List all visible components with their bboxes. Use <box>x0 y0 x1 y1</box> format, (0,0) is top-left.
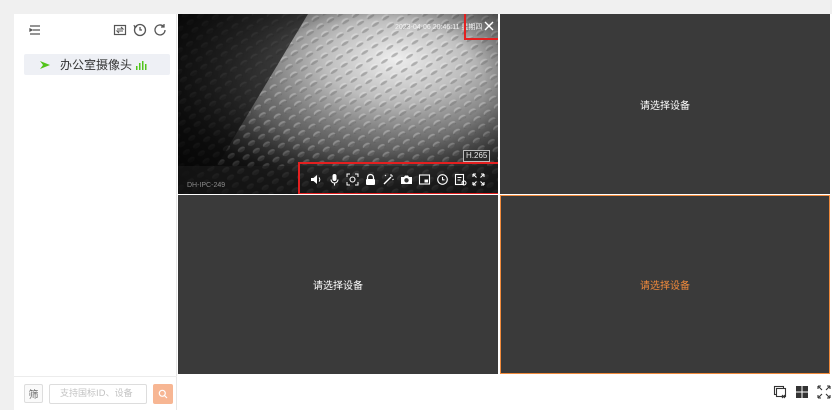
history-icon[interactable] <box>132 22 148 38</box>
collapse-menu-icon[interactable] <box>27 22 43 38</box>
sidebar-toolbar <box>14 20 177 44</box>
filter-button[interactable]: 筛 <box>24 384 43 403</box>
highlight-box-toolbar <box>298 162 498 194</box>
grid-bottom-bar <box>178 374 831 410</box>
video-pane-2[interactable]: 请选择设备 <box>500 14 830 194</box>
search-icon <box>158 389 168 399</box>
video-grid: 2023-04-06 20:46:11 星期四 H.265 DH-IPC-249 <box>178 14 830 374</box>
empty-pane-prompt: 请选择设备 <box>313 281 363 292</box>
codec-badge: H.265 <box>463 150 491 162</box>
highlight-box-close <box>464 14 498 40</box>
search-button[interactable] <box>153 384 173 404</box>
device-name: 办公室摄像头 <box>60 58 133 72</box>
fullscreen-icon[interactable] <box>817 385 831 399</box>
sidebar-search-bar: 筛 <box>14 376 177 410</box>
video-pane-4-selected[interactable]: 请选择设备 <box>500 195 830 374</box>
layout-grid-icon[interactable] <box>795 385 809 399</box>
empty-pane-prompt: 请选择设备 <box>640 100 690 112</box>
device-sidebar: 办公室摄像头 筛 <box>14 14 177 410</box>
app-window: 办公室摄像头 筛 支持国标ID、设备 2023-04-06 20:46:11 星… <box>14 14 832 410</box>
video-pane-3[interactable]: 请选择设备 <box>178 195 498 374</box>
close-all-windows-icon[interactable] <box>773 385 787 399</box>
switch-view-icon[interactable] <box>112 22 128 38</box>
signal-bars-icon <box>136 60 147 70</box>
device-item-office-camera[interactable]: 办公室摄像头 <box>24 54 170 75</box>
camera-model-label: DH-IPC-249 <box>187 182 226 189</box>
online-signal-icon <box>40 60 50 69</box>
device-search-input[interactable] <box>49 384 147 404</box>
refresh-icon[interactable] <box>152 22 168 38</box>
video-pane-1[interactable]: 2023-04-06 20:46:11 星期四 H.265 DH-IPC-249 <box>178 14 498 194</box>
empty-pane-prompt: 请选择设备 <box>640 281 690 292</box>
